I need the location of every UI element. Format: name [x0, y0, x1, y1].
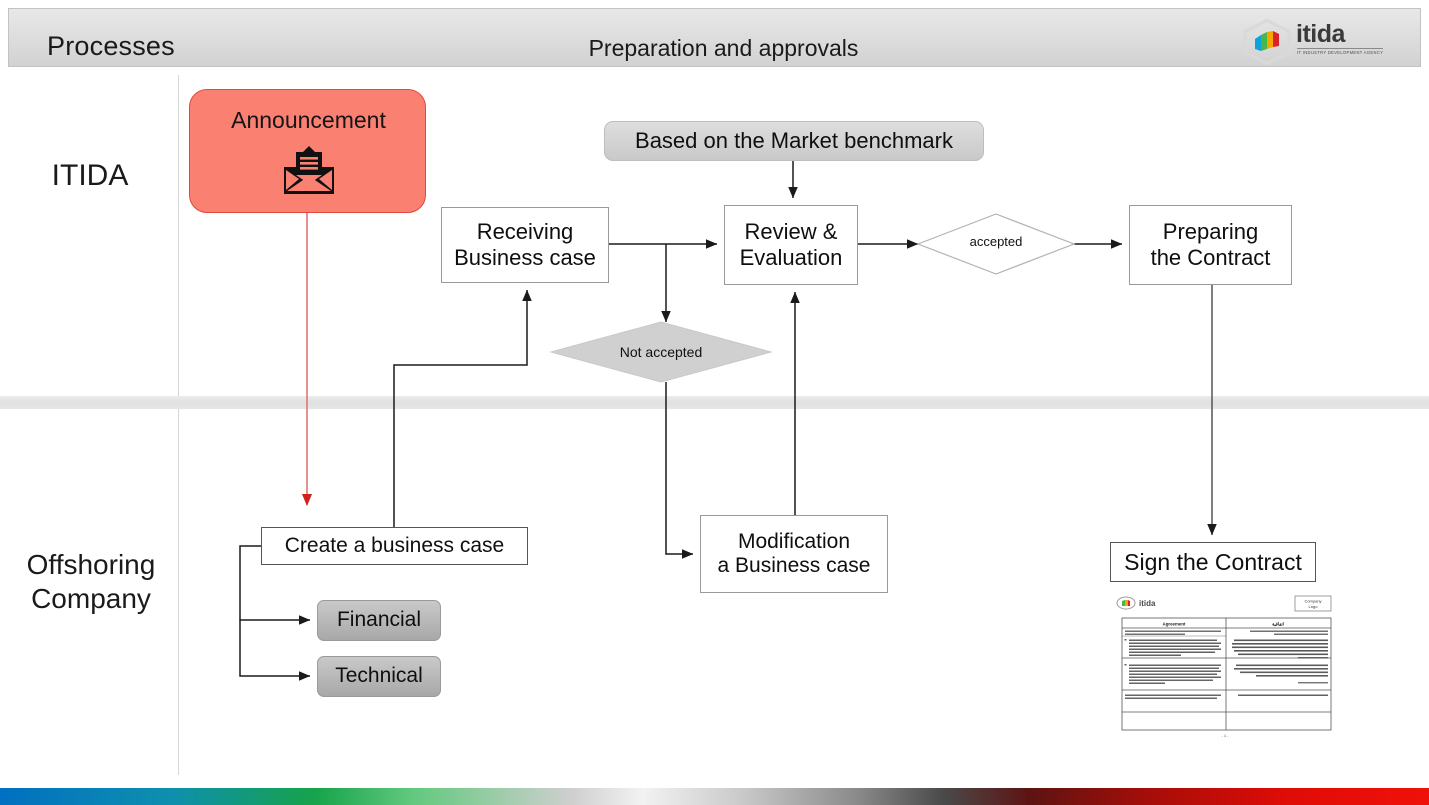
logo-wordmark: itida — [1296, 20, 1345, 48]
swimlane-label-offshoring: Offshoring Company — [5, 548, 177, 616]
node-review-evaluation[interactable]: Review & Evaluation — [724, 205, 858, 285]
swimlane-label-offshoring-line2: Company — [31, 583, 151, 615]
decision-not-accepted[interactable] — [549, 321, 773, 383]
node-receiving-line2: Business case — [454, 245, 596, 270]
node-preparing-line1: Preparing — [1162, 219, 1259, 245]
node-sign-contract-label: Sign the Contract — [1124, 548, 1302, 575]
bottom-accent-bar — [0, 788, 1429, 805]
node-financial-label: Financial — [336, 608, 422, 632]
node-create-a-business-case[interactable]: Create a business case — [261, 527, 528, 565]
node-modification-line2: a Business case — [717, 554, 871, 577]
svg-text:Agreement: Agreement — [1163, 622, 1186, 627]
node-receiving-line1: Receiving — [476, 219, 574, 245]
node-preparing-the-contract[interactable]: Preparing the Contract — [1129, 205, 1292, 285]
node-financial[interactable]: Financial — [317, 600, 441, 641]
node-create-case-label: Create a business case — [284, 533, 505, 557]
node-preparing-line2: the Contract — [1150, 245, 1271, 270]
header-subtitle: Preparation and approvals — [588, 35, 859, 61]
node-announcement[interactable]: Announcement — [189, 89, 426, 213]
svg-text:- 1 -: - 1 - — [1221, 733, 1229, 738]
node-market-benchmark-label: Based on the Market benchmark — [635, 128, 953, 154]
node-review-line2: Evaluation — [739, 245, 843, 270]
decision-not-accepted-label: Not accepted — [619, 344, 703, 360]
svg-text:Company: Company — [1304, 599, 1321, 604]
svg-text:itida: itida — [1139, 599, 1156, 608]
node-announcement-label: Announcement — [231, 107, 386, 133]
swimlane-label-itida: ITIDA — [51, 159, 129, 192]
swimlane-label-offshoring-line1: Offshoring — [26, 549, 156, 580]
logo-hexagon-icon — [1243, 19, 1291, 65]
connector-create-case-to-technical — [239, 620, 311, 681]
header-bar: Processes Preparation and approvals itid… — [8, 8, 1421, 67]
node-modification-business-case[interactable]: Modification a Business case — [700, 515, 888, 593]
decision-accepted-label: accepted — [969, 234, 1023, 249]
node-sign-the-contract[interactable]: Sign the Contract — [1110, 542, 1316, 582]
swimlane-vertical-divider — [178, 75, 179, 775]
itida-logo: itida IT INDUSTRY DEVELOPMENT AGENCY — [1242, 19, 1392, 65]
mail-envelope-icon — [190, 145, 427, 203]
node-receiving-business-case[interactable]: Receiving Business case — [441, 207, 609, 283]
logo-tagline: IT INDUSTRY DEVELOPMENT AGENCY — [1297, 50, 1384, 55]
logo-underline — [1297, 48, 1383, 49]
svg-text:Logo: Logo — [1309, 604, 1319, 609]
contract-document-thumbnail: itida Company Logo Agreement اتفاقية - 1… — [1114, 592, 1336, 740]
swimlane-horizontal-divider — [0, 396, 1429, 409]
node-technical-label: Technical — [335, 664, 423, 688]
decision-accepted[interactable] — [916, 213, 1076, 275]
node-review-line1: Review & — [744, 219, 838, 245]
slide-canvas: Processes Preparation and approvals itid… — [0, 0, 1429, 805]
node-modification-line1: Modification — [737, 529, 851, 553]
contract-thumb-company-logo-box: Company Logo — [1294, 595, 1332, 612]
node-technical[interactable]: Technical — [317, 656, 441, 697]
node-market-benchmark[interactable]: Based on the Market benchmark — [604, 121, 984, 161]
